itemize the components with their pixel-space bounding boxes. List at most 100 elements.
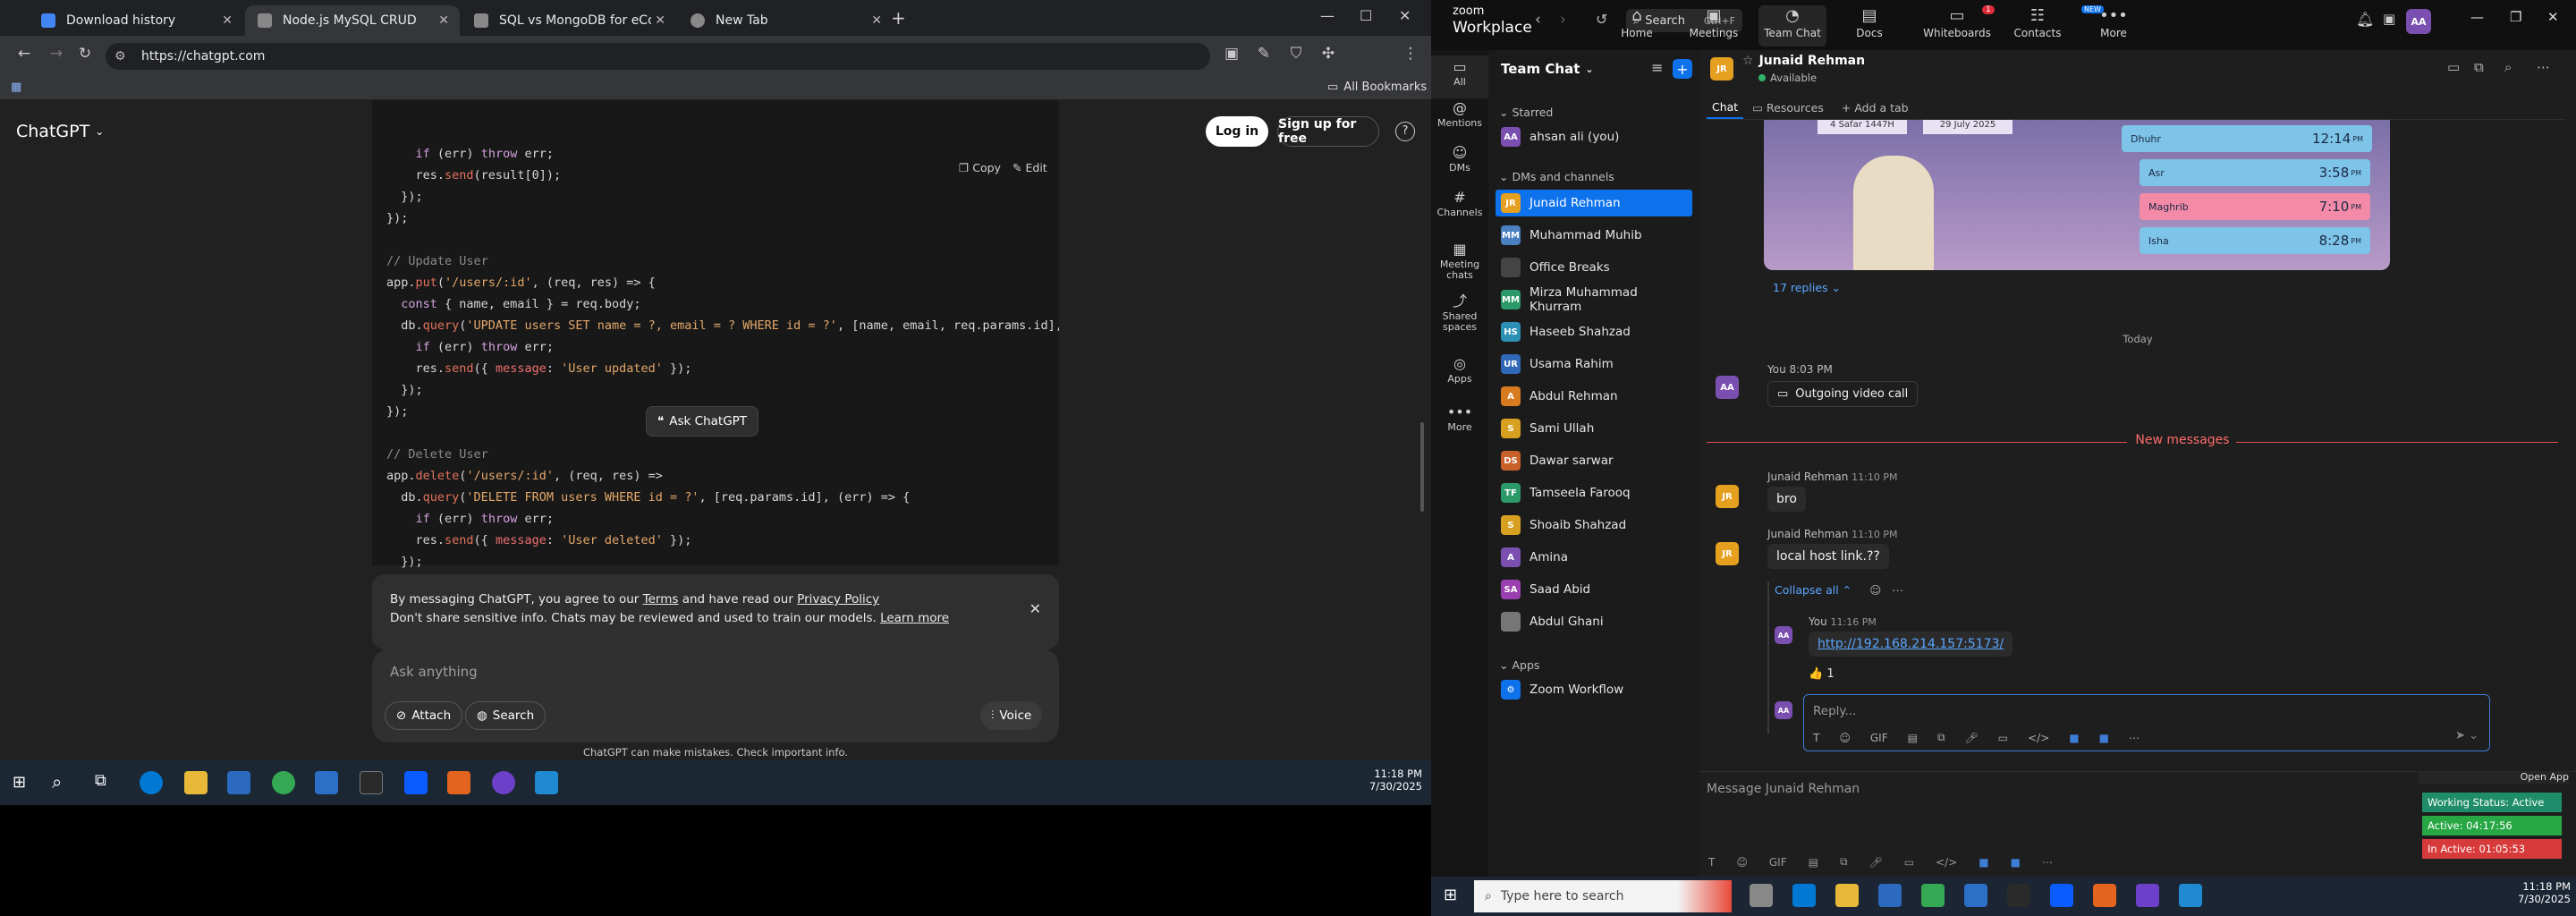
signup-button[interactable]: Sign up for free — [1277, 116, 1379, 147]
chat-item[interactable]: Office Breaks — [1496, 254, 1692, 281]
minimize-button[interactable]: — — [2470, 9, 2484, 25]
emoji-react-icon[interactable]: ☺ — [1869, 583, 1881, 597]
screenshot-icon[interactable]: ⧉ — [1937, 731, 1945, 744]
new-chat-button[interactable]: + — [1673, 59, 1692, 79]
emoji-icon[interactable]: ☺ — [1839, 732, 1851, 744]
star-icon[interactable]: ☆ — [1742, 54, 1754, 68]
apps-section[interactable]: ⌄ Apps — [1499, 658, 1539, 672]
chat-item[interactable]: HS Haseeb Shahzad — [1496, 318, 1692, 345]
rail-dms[interactable]: ☺ DMs — [1431, 143, 1488, 174]
tab-nodejs-crud[interactable]: Node.js MySQL CRUD ✕ — [245, 5, 460, 36]
filter-icon[interactable]: ≡ — [1651, 59, 1663, 76]
gif-icon[interactable]: GIF — [1769, 856, 1787, 869]
maximize-button[interactable]: ☐ — [1360, 7, 1372, 24]
windows-start-icon[interactable]: ⊞ — [1444, 886, 1457, 904]
rail-channels[interactable]: # Channels — [1431, 188, 1488, 218]
attach-button[interactable]: ⊘ Attach — [385, 701, 463, 730]
reply-input[interactable]: Reply... — [1813, 704, 1856, 718]
tab-sql-vs-mongo[interactable]: SQL vs MongoDB for eCommerce✕ — [462, 5, 676, 36]
minimize-button[interactable]: — — [1320, 7, 1335, 24]
video-icon[interactable]: ▭ — [2447, 59, 2460, 75]
terminal-icon[interactable] — [2007, 884, 2030, 907]
file-icon[interactable]: ▤ — [1809, 856, 1818, 869]
app-icon[interactable]: ■ — [2011, 856, 2021, 869]
edge-icon[interactable] — [1792, 884, 1816, 907]
replies-link[interactable]: 17 replies ⌄ — [1773, 281, 1841, 294]
emoji-icon[interactable]: ☺ — [1736, 856, 1748, 869]
mic-icon[interactable]: 🎤︎ — [1965, 732, 1979, 744]
vscode-icon[interactable] — [535, 771, 558, 794]
prompt-input[interactable]: Ask anything — [390, 664, 478, 680]
tab-new-tab[interactable]: New Tab ✕ — [678, 5, 893, 36]
clock[interactable]: 11:18 PM 7/30/2025 — [1329, 768, 1422, 793]
localhost-link[interactable]: http://192.168.214.157:5173/ — [1809, 632, 2013, 657]
chat-item-zoom-workflow[interactable]: ⚙ Zoom Workflow — [1496, 676, 1692, 703]
screen-share-icon[interactable]: ⧉ — [2474, 59, 2484, 75]
forward-icon[interactable]: › — [1560, 11, 1566, 29]
tab-add[interactable]: + Add a tab — [1833, 98, 1918, 118]
starred-section[interactable]: ⌄ Starred — [1499, 106, 1553, 119]
puzzle-icon[interactable]: ✣ — [1317, 45, 1340, 63]
nav-docs[interactable]: ▤ Docs — [1835, 5, 1903, 39]
ask-chatgpt-popup[interactable]: ❝ Ask ChatGPT — [646, 406, 759, 437]
github-desktop-icon[interactable] — [492, 771, 515, 794]
back-icon[interactable]: ‹ — [1535, 11, 1541, 29]
file-explorer-icon[interactable] — [184, 771, 208, 794]
chat-item[interactable]: TF Tamseela Farooq — [1496, 479, 1692, 506]
nav-meetings[interactable]: ▣ Meetings — [1680, 5, 1748, 39]
chatgpt-model-selector[interactable]: ChatGPT ⌄ — [16, 122, 104, 141]
all-bookmarks-button[interactable]: ▭ All Bookmarks — [1327, 81, 1427, 94]
chrome-icon[interactable] — [272, 771, 295, 794]
chat-item[interactable]: A Abdul Rehman — [1496, 383, 1692, 410]
chat-item[interactable]: S Sami Ullah — [1496, 415, 1692, 442]
prayer-times-image[interactable]: 4 Safar 1447H 29 July 2025 Dhuhr 12:14 PM A… — [1764, 120, 2390, 270]
app-icon[interactable]: ■ — [2099, 732, 2109, 744]
collapse-all-button[interactable]: Collapse all ⌃ ☺ ⋯ — [1775, 583, 1903, 597]
dms-section[interactable]: ⌄ DMs and channels — [1499, 170, 1614, 183]
outgoing-call-card[interactable]: ▭ Outgoing video call — [1767, 381, 1919, 407]
nav-contacts[interactable]: ☷ Contacts — [2004, 5, 2072, 39]
code-icon[interactable]: </> — [2028, 732, 2049, 744]
close-notice-icon[interactable]: ✕ — [1030, 599, 1041, 618]
rail-shared-spaces[interactable]: ⤴ Shared spaces — [1431, 292, 1488, 333]
chat-item[interactable]: DS Dawar sarwar — [1496, 447, 1692, 474]
bell-icon[interactable]: 🔔︎ — [2356, 11, 2374, 28]
xampp-icon[interactable] — [447, 771, 470, 794]
chat-header-name[interactable]: ☆ Junaid Rehman — [1742, 54, 1865, 68]
rail-meeting-chats[interactable]: ▦ Meeting chats — [1431, 240, 1488, 281]
code-icon[interactable]: </> — [1936, 856, 1957, 869]
close-tab-icon[interactable]: ✕ — [655, 13, 665, 28]
voice-button[interactable]: ⫶ Voice — [980, 701, 1043, 730]
xampp-icon[interactable] — [2093, 884, 2116, 907]
message-bubble[interactable]: local host link.?? — [1767, 544, 1889, 569]
store-icon[interactable] — [1878, 884, 1902, 907]
chat-item[interactable]: UR Usama Rahim — [1496, 351, 1692, 377]
reload-icon[interactable]: ↻ — [73, 45, 97, 63]
chat-item[interactable]: MM Muhammad Muhib — [1496, 222, 1692, 249]
menu-icon[interactable]: ⋮ — [1399, 45, 1422, 63]
search-icon[interactable]: ⌕ — [2504, 59, 2512, 75]
app-icon[interactable]: ■ — [1979, 856, 1988, 869]
close-tab-icon[interactable]: ✕ — [222, 13, 233, 28]
close-window-button[interactable]: ✕ — [1399, 7, 1411, 24]
taskbar-search[interactable]: ⌕ Type here to search — [1474, 880, 1732, 912]
video-clip-icon[interactable]: ▭ — [1904, 856, 1914, 869]
app-icon[interactable] — [315, 771, 338, 794]
apps-grid-icon[interactable]: ▦ — [11, 81, 21, 94]
github-desktop-icon[interactable] — [2136, 884, 2159, 907]
extension-icon[interactable]: ▣ — [1220, 45, 1243, 63]
close-tab-icon[interactable]: ✕ — [438, 13, 449, 28]
back-icon[interactable]: ← — [13, 45, 36, 63]
zoom-taskbar-icon[interactable] — [404, 771, 428, 794]
clock[interactable]: 11:18 PM 7/30/2025 — [2490, 880, 2571, 905]
shield-icon[interactable]: ⛉ — [1284, 45, 1308, 63]
chat-item[interactable]: MM Mirza Muhammad Khurram — [1496, 285, 1692, 314]
learn-more-link[interactable]: Learn more — [880, 611, 949, 625]
chat-item-self[interactable]: AA ahsan ali (you) — [1496, 123, 1692, 150]
rail-mentions[interactable]: @ Mentions — [1431, 98, 1488, 129]
task-view-icon[interactable] — [1750, 884, 1773, 907]
file-icon[interactable]: ▤ — [1908, 732, 1918, 744]
chat-item[interactable]: Abdul Ghani — [1496, 608, 1692, 635]
more-icon[interactable]: ⋯ — [2042, 856, 2053, 869]
help-icon[interactable]: ? — [1395, 122, 1415, 141]
